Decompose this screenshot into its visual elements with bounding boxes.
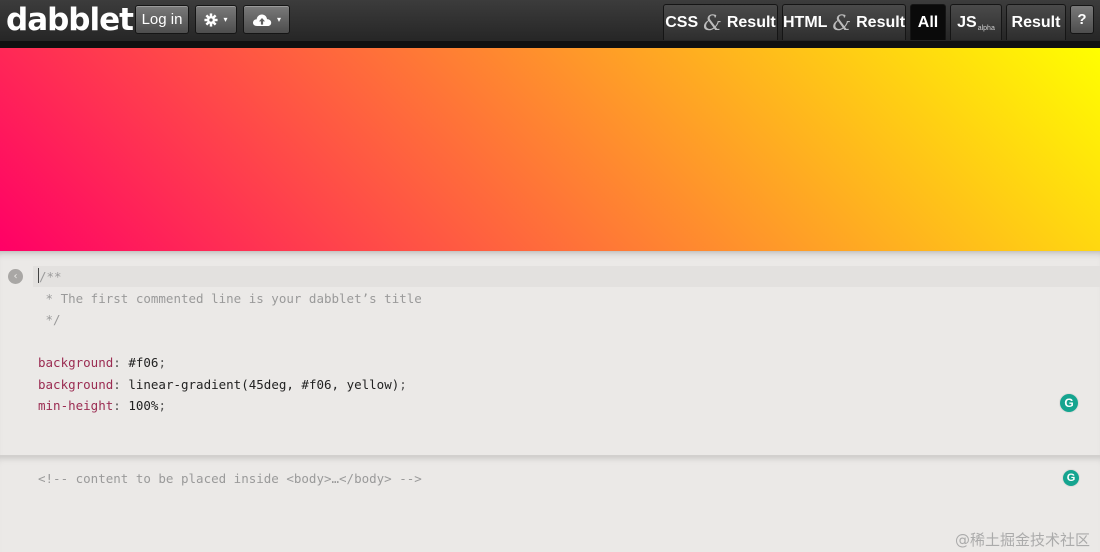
html-placeholder: <!-- content to be placed inside <body>…… bbox=[38, 471, 422, 486]
css-rule: background: linear-gradient(45deg, #f06,… bbox=[38, 376, 407, 392]
comment-open: /** bbox=[39, 269, 62, 284]
comment-line: * The first commented line is your dabbl… bbox=[38, 290, 422, 306]
tab-html-result-label-2: Result bbox=[856, 13, 906, 31]
tab-js-label: JS bbox=[957, 13, 977, 31]
cloud-menu-button[interactable]: ▾ bbox=[243, 5, 290, 34]
tab-html-result-label: HTML bbox=[782, 13, 828, 31]
css-editor[interactable]: ‹ /** * The first commented line is your… bbox=[0, 251, 1100, 455]
css-property: background bbox=[38, 376, 114, 392]
help-button[interactable]: ? bbox=[1070, 5, 1094, 34]
html-editor[interactable]: <!-- content to be placed inside <body>…… bbox=[0, 455, 1100, 552]
cloud-icon bbox=[252, 13, 272, 27]
css-value: linear-gradient(45deg, #f06, yellow) bbox=[128, 376, 400, 392]
login-button[interactable]: Log in bbox=[135, 5, 189, 34]
tab-html-result[interactable]: HTML & Result bbox=[782, 4, 906, 40]
tab-css-result-label: CSS bbox=[665, 13, 699, 31]
comment-close: */ bbox=[38, 312, 61, 327]
settings-menu-button[interactable]: ▾ bbox=[195, 5, 237, 34]
login-label: Log in bbox=[141, 11, 183, 28]
tab-result-label: Result bbox=[1011, 13, 1061, 31]
tab-all[interactable]: All bbox=[910, 4, 946, 40]
tab-all-label: All bbox=[917, 13, 939, 31]
css-value: 100% bbox=[128, 398, 159, 413]
css-code[interactable]: /** * The first commented line is your d… bbox=[38, 266, 422, 417]
css-rule: background: #f06; bbox=[38, 355, 166, 370]
tab-css-result[interactable]: CSS & Result bbox=[663, 4, 778, 40]
top-bar: dabblet Log in ▾ ▾ CSS & Result HTML & R… bbox=[0, 0, 1100, 48]
css-property: background bbox=[38, 355, 114, 370]
code-line: /** bbox=[38, 266, 422, 288]
gear-icon bbox=[204, 12, 219, 27]
ampersand: & bbox=[832, 10, 852, 35]
collapse-icon[interactable]: ‹ bbox=[8, 269, 23, 284]
ampersand: & bbox=[703, 10, 722, 35]
chevron-down-icon: ▾ bbox=[223, 14, 228, 24]
grammarly-icon[interactable]: G bbox=[1063, 470, 1079, 486]
tab-js[interactable]: JS alpha bbox=[950, 4, 1002, 40]
css-rule: min-height: 100%; bbox=[38, 398, 166, 413]
grammarly-icon[interactable]: G bbox=[1060, 394, 1078, 412]
tab-css-result-label-2: Result bbox=[726, 13, 776, 31]
dabblet-logo[interactable]: dabblet bbox=[6, 1, 134, 39]
alpha-badge: alpha bbox=[977, 25, 995, 32]
watermark: @稀土掘金技术社区 bbox=[954, 531, 1090, 549]
css-property: min-height bbox=[38, 398, 114, 413]
tab-result[interactable]: Result bbox=[1006, 4, 1066, 40]
result-preview bbox=[0, 48, 1100, 251]
css-value: #f06 bbox=[128, 355, 159, 370]
chevron-down-icon: ▾ bbox=[276, 14, 281, 24]
